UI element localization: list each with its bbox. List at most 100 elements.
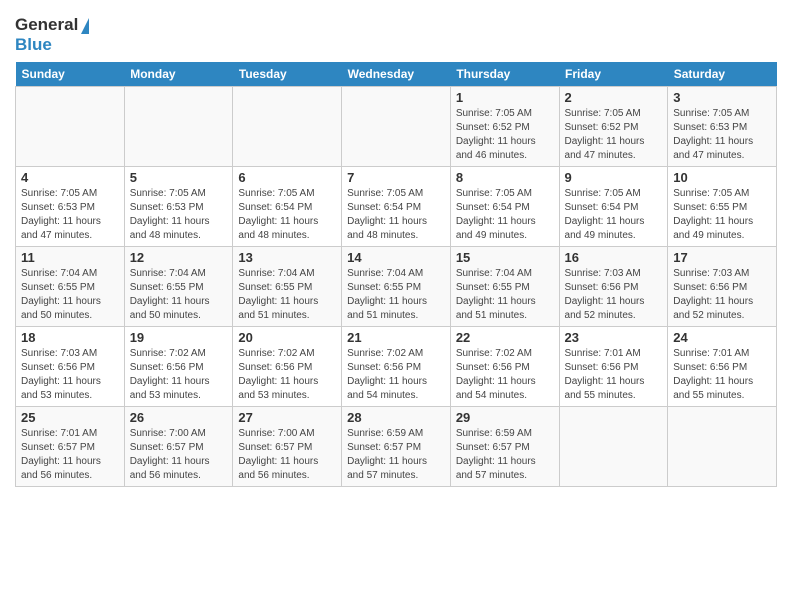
- day-info: Sunrise: 7:03 AM Sunset: 6:56 PM Dayligh…: [565, 267, 663, 323]
- day-number: 23: [565, 330, 663, 345]
- calendar-cell: 15 Sunrise: 7:04 AM Sunset: 6:55 PM Dayli…: [450, 247, 559, 327]
- day-info: Sunrise: 7:05 AM Sunset: 6:53 PM Dayligh…: [21, 187, 119, 243]
- calendar-cell: 8 Sunrise: 7:05 AM Sunset: 6:54 PM Daylig…: [450, 167, 559, 247]
- weekday-header-thursday: Thursday: [450, 62, 559, 87]
- day-info: Sunrise: 7:02 AM Sunset: 6:56 PM Dayligh…: [130, 347, 228, 403]
- day-info: Sunrise: 7:04 AM Sunset: 6:55 PM Dayligh…: [347, 267, 445, 323]
- calendar-cell: 19Sunrise: 7:02 AM Sunset: 6:56 PM Dayli…: [124, 327, 233, 407]
- day-info: Sunrise: 7:05 AM Sunset: 6:52 PM Dayligh…: [456, 107, 554, 163]
- calendar-cell: 26Sunrise: 7:00 AM Sunset: 6:57 PM Dayli…: [124, 407, 233, 487]
- day-number: 2: [565, 90, 663, 105]
- day-number: 26: [130, 410, 228, 425]
- calendar-cell: 23 Sunrise: 7:01 AM Sunset: 6:56 PM Dayli…: [559, 327, 668, 407]
- calendar-week-row: 18 Sunrise: 7:03 AM Sunset: 6:56 PM Dayli…: [16, 327, 777, 407]
- calendar-week-row: 1 Sunrise: 7:05 AM Sunset: 6:52 PM Daylig…: [16, 87, 777, 167]
- logo-blue: Blue: [15, 35, 89, 55]
- day-number: 10: [673, 170, 771, 185]
- calendar-cell: 2 Sunrise: 7:05 AM Sunset: 6:52 PM Daylig…: [559, 87, 668, 167]
- day-number: 3: [673, 90, 771, 105]
- calendar-cell: 25 Sunrise: 7:01 AM Sunset: 6:57 PM Dayli…: [16, 407, 125, 487]
- day-info: Sunrise: 7:04 AM Sunset: 6:55 PM Dayligh…: [130, 267, 228, 323]
- calendar-cell: 9 Sunrise: 7:05 AM Sunset: 6:54 PM Daylig…: [559, 167, 668, 247]
- day-info: Sunrise: 7:03 AM Sunset: 6:56 PM Dayligh…: [21, 347, 119, 403]
- day-info: Sunrise: 7:04 AM Sunset: 6:55 PM Dayligh…: [238, 267, 336, 323]
- weekday-header-sunday: Sunday: [16, 62, 125, 87]
- day-number: 6: [238, 170, 336, 185]
- day-number: 27: [238, 410, 336, 425]
- day-info: Sunrise: 7:02 AM Sunset: 6:56 PM Dayligh…: [347, 347, 445, 403]
- day-number: 28: [347, 410, 445, 425]
- calendar-cell: [342, 87, 451, 167]
- day-number: 25: [21, 410, 119, 425]
- calendar-cell: 27 Sunrise: 7:00 AM Sunset: 6:57 PM Dayli…: [233, 407, 342, 487]
- calendar-cell: 17 Sunrise: 7:03 AM Sunset: 6:56 PM Dayli…: [668, 247, 777, 327]
- weekday-header-row: SundayMondayTuesdayWednesdayThursdayFrid…: [16, 62, 777, 87]
- day-info: Sunrise: 7:05 AM Sunset: 6:53 PM Dayligh…: [130, 187, 228, 243]
- day-number: 16: [565, 250, 663, 265]
- day-info: Sunrise: 7:05 AM Sunset: 6:55 PM Dayligh…: [673, 187, 771, 243]
- calendar-cell: [559, 407, 668, 487]
- calendar-cell: 3 Sunrise: 7:05 AM Sunset: 6:53 PM Daylig…: [668, 87, 777, 167]
- day-number: 24: [673, 330, 771, 345]
- day-info: Sunrise: 6:59 AM Sunset: 6:57 PM Dayligh…: [347, 427, 445, 483]
- logo-general: General: [15, 15, 89, 35]
- logo: General Blue: [15, 15, 89, 54]
- calendar-cell: [233, 87, 342, 167]
- calendar-cell: [16, 87, 125, 167]
- calendar-week-row: 25 Sunrise: 7:01 AM Sunset: 6:57 PM Dayli…: [16, 407, 777, 487]
- day-number: 5: [130, 170, 228, 185]
- day-info: Sunrise: 7:05 AM Sunset: 6:53 PM Dayligh…: [673, 107, 771, 163]
- calendar-cell: 29 Sunrise: 6:59 AM Sunset: 6:57 PM Dayli…: [450, 407, 559, 487]
- main-container: General Blue SundayMondayTuesdayWednesda…: [0, 0, 792, 492]
- day-info: Sunrise: 7:05 AM Sunset: 6:52 PM Dayligh…: [565, 107, 663, 163]
- calendar-cell: 20 Sunrise: 7:02 AM Sunset: 6:56 PM Dayli…: [233, 327, 342, 407]
- day-info: Sunrise: 7:05 AM Sunset: 6:54 PM Dayligh…: [456, 187, 554, 243]
- day-info: Sunrise: 7:02 AM Sunset: 6:56 PM Dayligh…: [456, 347, 554, 403]
- day-info: Sunrise: 7:01 AM Sunset: 6:56 PM Dayligh…: [565, 347, 663, 403]
- calendar-cell: 22 Sunrise: 7:02 AM Sunset: 6:56 PM Dayli…: [450, 327, 559, 407]
- day-number: 4: [21, 170, 119, 185]
- day-info: Sunrise: 7:00 AM Sunset: 6:57 PM Dayligh…: [238, 427, 336, 483]
- calendar-cell: 1 Sunrise: 7:05 AM Sunset: 6:52 PM Daylig…: [450, 87, 559, 167]
- day-number: 11: [21, 250, 119, 265]
- day-number: 29: [456, 410, 554, 425]
- day-info: Sunrise: 7:05 AM Sunset: 6:54 PM Dayligh…: [347, 187, 445, 243]
- day-number: 17: [673, 250, 771, 265]
- day-number: 18: [21, 330, 119, 345]
- day-number: 14: [347, 250, 445, 265]
- weekday-header-monday: Monday: [124, 62, 233, 87]
- day-number: 20: [238, 330, 336, 345]
- day-number: 9: [565, 170, 663, 185]
- calendar-cell: 6Sunrise: 7:05 AM Sunset: 6:54 PM Daylig…: [233, 167, 342, 247]
- day-info: Sunrise: 7:04 AM Sunset: 6:55 PM Dayligh…: [456, 267, 554, 323]
- day-number: 15: [456, 250, 554, 265]
- calendar-cell: 7Sunrise: 7:05 AM Sunset: 6:54 PM Daylig…: [342, 167, 451, 247]
- calendar-cell: 10 Sunrise: 7:05 AM Sunset: 6:55 PM Dayli…: [668, 167, 777, 247]
- day-info: Sunrise: 7:01 AM Sunset: 6:57 PM Dayligh…: [21, 427, 119, 483]
- day-info: Sunrise: 7:02 AM Sunset: 6:56 PM Dayligh…: [238, 347, 336, 403]
- calendar-cell: 28 Sunrise: 6:59 AM Sunset: 6:57 PM Dayli…: [342, 407, 451, 487]
- calendar-cell: 12 Sunrise: 7:04 AM Sunset: 6:55 PM Dayli…: [124, 247, 233, 327]
- day-info: Sunrise: 6:59 AM Sunset: 6:57 PM Dayligh…: [456, 427, 554, 483]
- calendar-cell: [668, 407, 777, 487]
- day-number: 13: [238, 250, 336, 265]
- weekday-header-friday: Friday: [559, 62, 668, 87]
- weekday-header-saturday: Saturday: [668, 62, 777, 87]
- day-number: 12: [130, 250, 228, 265]
- day-info: Sunrise: 7:05 AM Sunset: 6:54 PM Dayligh…: [565, 187, 663, 243]
- calendar-cell: 11Sunrise: 7:04 AM Sunset: 6:55 PM Dayli…: [16, 247, 125, 327]
- weekday-header-tuesday: Tuesday: [233, 62, 342, 87]
- calendar-cell: 14 Sunrise: 7:04 AM Sunset: 6:55 PM Dayli…: [342, 247, 451, 327]
- calendar-week-row: 11 Sunrise: 7:04 AM Sunset: 6:55 PM Dayli…: [16, 247, 777, 327]
- header: General Blue: [15, 10, 777, 54]
- day-number: 8: [456, 170, 554, 185]
- calendar-table: SundayMondayTuesdayWednesdayThursdayFrid…: [15, 62, 777, 487]
- day-number: 1: [456, 90, 554, 105]
- calendar-week-row: 4 Sunrise: 7:05 AM Sunset: 6:53 PM Daylig…: [16, 167, 777, 247]
- calendar-cell: 4 Sunrise: 7:05 AM Sunset: 6:53 PM Daylig…: [16, 167, 125, 247]
- day-number: 21: [347, 330, 445, 345]
- day-info: Sunrise: 7:03 AM Sunset: 6:56 PM Dayligh…: [673, 267, 771, 323]
- weekday-header-wednesday: Wednesday: [342, 62, 451, 87]
- day-number: 22: [456, 330, 554, 345]
- calendar-cell: 24Sunrise: 7:01 AM Sunset: 6:56 PM Dayli…: [668, 327, 777, 407]
